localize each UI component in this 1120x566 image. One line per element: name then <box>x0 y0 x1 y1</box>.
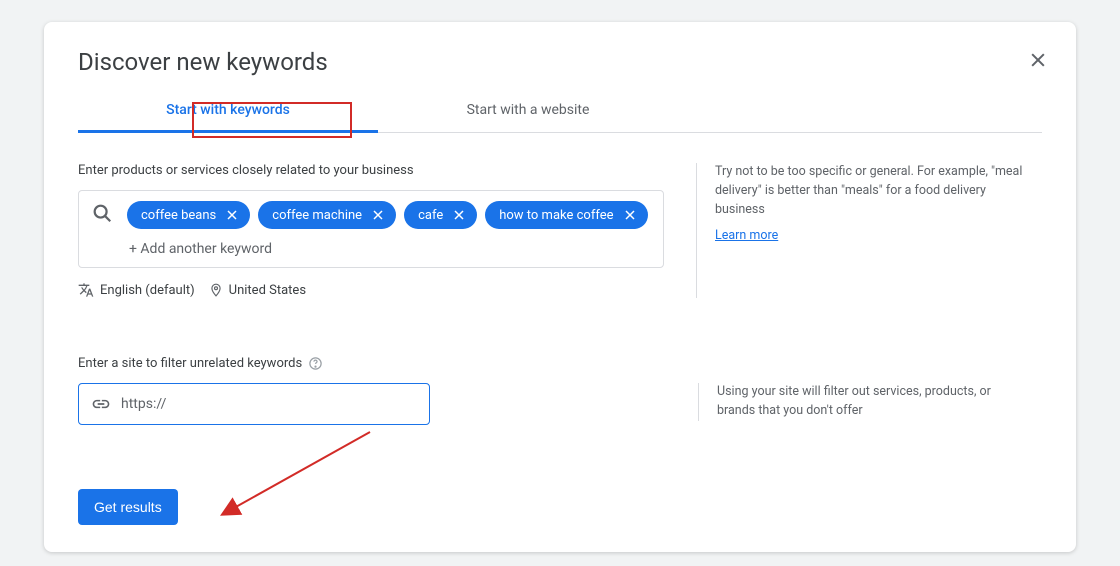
site-url-input[interactable]: https:// <box>78 383 430 425</box>
keywords-section: Enter products or services closely relat… <box>78 163 1042 298</box>
tab-start-with-website[interactable]: Start with a website <box>378 90 678 132</box>
site-tip-panel: Using your site will filter out services… <box>698 383 1028 421</box>
close-button[interactable] <box>1024 46 1052 74</box>
tab-start-with-keywords[interactable]: Start with keywords <box>78 90 378 133</box>
add-keyword-link[interactable]: + Add another keyword <box>91 229 651 259</box>
close-icon <box>1028 50 1048 70</box>
language-location-row: English (default) United States <box>78 282 664 298</box>
translate-icon <box>78 282 94 298</box>
chip-remove-icon[interactable] <box>370 207 386 223</box>
annotation-arrow <box>220 424 380 524</box>
language-selector[interactable]: English (default) <box>78 282 195 298</box>
chip-label: how to make coffee <box>499 208 613 223</box>
link-icon <box>91 394 111 414</box>
search-icon <box>91 202 113 228</box>
location-label: United States <box>229 283 306 298</box>
keywords-input-box[interactable]: coffee beans coffee machine cafe how to … <box>78 190 664 268</box>
keywords-prompt: Enter products or services closely relat… <box>78 163 664 178</box>
page-title: Discover new keywords <box>78 48 1042 76</box>
keyword-chip[interactable]: how to make coffee <box>485 201 647 229</box>
keyword-chip[interactable]: coffee machine <box>258 201 396 229</box>
language-label: English (default) <box>100 283 195 298</box>
tabs: Start with keywords Start with a website <box>78 90 1042 133</box>
site-prompt-text: Enter a site to filter unrelated keyword… <box>78 356 302 371</box>
chip-label: coffee beans <box>141 208 216 223</box>
keyword-chip[interactable]: cafe <box>404 201 477 229</box>
keyword-planner-card: Discover new keywords Start with keyword… <box>44 22 1076 552</box>
location-selector[interactable]: United States <box>209 283 306 298</box>
chip-remove-icon[interactable] <box>451 207 467 223</box>
help-icon[interactable] <box>308 356 323 371</box>
chip-remove-icon[interactable] <box>224 207 240 223</box>
learn-more-link[interactable]: Learn more <box>715 227 778 246</box>
chip-remove-icon[interactable] <box>622 207 638 223</box>
location-icon <box>209 283 223 297</box>
keyword-chip[interactable]: coffee beans <box>127 201 250 229</box>
site-filter-section: Enter a site to filter unrelated keyword… <box>78 356 1042 425</box>
site-url-placeholder: https:// <box>121 396 166 412</box>
site-prompt: Enter a site to filter unrelated keyword… <box>78 356 1042 371</box>
chip-label: coffee machine <box>272 208 362 223</box>
site-tip-text: Using your site will filter out services… <box>717 384 991 418</box>
chip-label: cafe <box>418 208 443 223</box>
get-results-button[interactable]: Get results <box>78 489 178 525</box>
keywords-tip-panel: Try not to be too specific or general. F… <box>696 163 1026 298</box>
tip-text: Try not to be too specific or general. F… <box>715 164 1022 217</box>
